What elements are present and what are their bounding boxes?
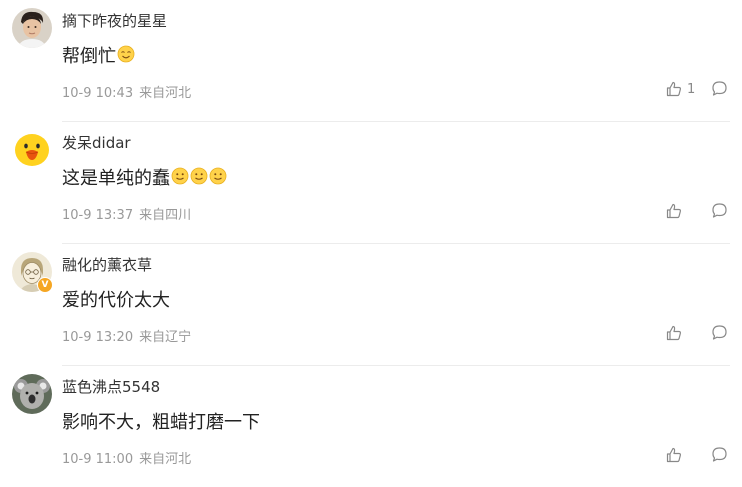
comment-time: 10-9 13:20 xyxy=(62,330,134,345)
avatar[interactable] xyxy=(12,8,52,48)
avatar[interactable] xyxy=(12,374,52,414)
comment-text: 这是单纯的蠢 xyxy=(62,164,227,190)
like-button[interactable] xyxy=(666,324,687,342)
like-button[interactable]: 1 xyxy=(666,80,695,98)
comment-meta: 10-9 10:43 来自河北 xyxy=(62,82,191,101)
emoji-group xyxy=(170,167,227,189)
like-button[interactable] xyxy=(666,202,687,220)
comment-time: 10-9 11:00 xyxy=(62,452,134,467)
comment-text-body: 帮倒忙 xyxy=(62,46,116,67)
comment-text-body: 这是单纯的蠢 xyxy=(62,168,170,189)
reply-button[interactable] xyxy=(711,80,728,97)
speech-bubble-icon xyxy=(712,447,727,462)
photo-man-avatar-icon xyxy=(12,8,52,48)
like-count: 1 xyxy=(687,81,696,97)
comment-item: V 融化的薰衣草 爱的代价太大 10-9 13:20 来自辽宁 xyxy=(0,244,742,366)
comment-list: 摘下昨夜的星星 帮倒忙 10-9 10:43 来自河北 1 发呆didar 这是… xyxy=(0,0,742,487)
username[interactable]: 蓝色沸点5548 xyxy=(62,376,160,397)
comment-time: 10-9 10:43 xyxy=(62,86,134,101)
comment-text: 影响不大，粗蜡打磨一下 xyxy=(62,408,260,434)
comment-text-body: 影响不大，粗蜡打磨一下 xyxy=(62,412,260,433)
thumbs-up-icon xyxy=(666,447,682,463)
comment-meta: 10-9 13:20 来自辽宁 xyxy=(62,326,191,345)
comment-meta: 10-9 11:00 来自河北 xyxy=(62,448,191,467)
verified-badge: V xyxy=(37,277,53,293)
thumbs-up-icon xyxy=(666,203,682,219)
comment-text-body: 爱的代价太大 xyxy=(62,290,170,311)
speech-bubble-icon xyxy=(712,203,727,218)
comment-text: 爱的代价太大 xyxy=(62,286,170,312)
reply-button[interactable] xyxy=(711,324,728,341)
smile-emoji-icon xyxy=(117,45,135,63)
comment-location: 来自四川 xyxy=(139,208,192,223)
like-button[interactable] xyxy=(666,446,687,464)
thumbs-up-icon xyxy=(666,325,682,341)
comment-time: 10-9 13:37 xyxy=(62,208,134,223)
smile-emoji-icon xyxy=(209,167,227,185)
smile-emoji-icon xyxy=(171,167,189,185)
speech-bubble-icon xyxy=(712,81,727,96)
koala-avatar-icon xyxy=(12,374,52,414)
comment-meta: 10-9 13:37 来自四川 xyxy=(62,204,191,223)
reply-button[interactable] xyxy=(711,446,728,463)
smile-emoji-icon xyxy=(190,167,208,185)
avatar[interactable] xyxy=(12,130,52,170)
comment-text: 帮倒忙 xyxy=(62,42,135,68)
username[interactable]: 融化的薰衣草 xyxy=(62,254,152,275)
speech-bubble-icon xyxy=(712,325,727,340)
username[interactable]: 摘下昨夜的星星 xyxy=(62,10,167,31)
comment-item: 摘下昨夜的星星 帮倒忙 10-9 10:43 来自河北 1 xyxy=(0,0,742,122)
comment-location: 来自河北 xyxy=(139,86,192,101)
comment-location: 来自辽宁 xyxy=(139,330,192,345)
comment-item: 蓝色沸点5548 影响不大，粗蜡打磨一下 10-9 11:00 来自河北 xyxy=(0,366,742,487)
comment-item: 发呆didar 这是单纯的蠢 10-9 13:37 来自四川 xyxy=(0,122,742,244)
yellow-chick-avatar-icon xyxy=(12,130,52,170)
reply-button[interactable] xyxy=(711,202,728,219)
username[interactable]: 发呆didar xyxy=(62,132,131,153)
emoji-group xyxy=(116,45,135,67)
thumbs-up-icon xyxy=(666,81,682,97)
comment-location: 来自河北 xyxy=(139,452,192,467)
